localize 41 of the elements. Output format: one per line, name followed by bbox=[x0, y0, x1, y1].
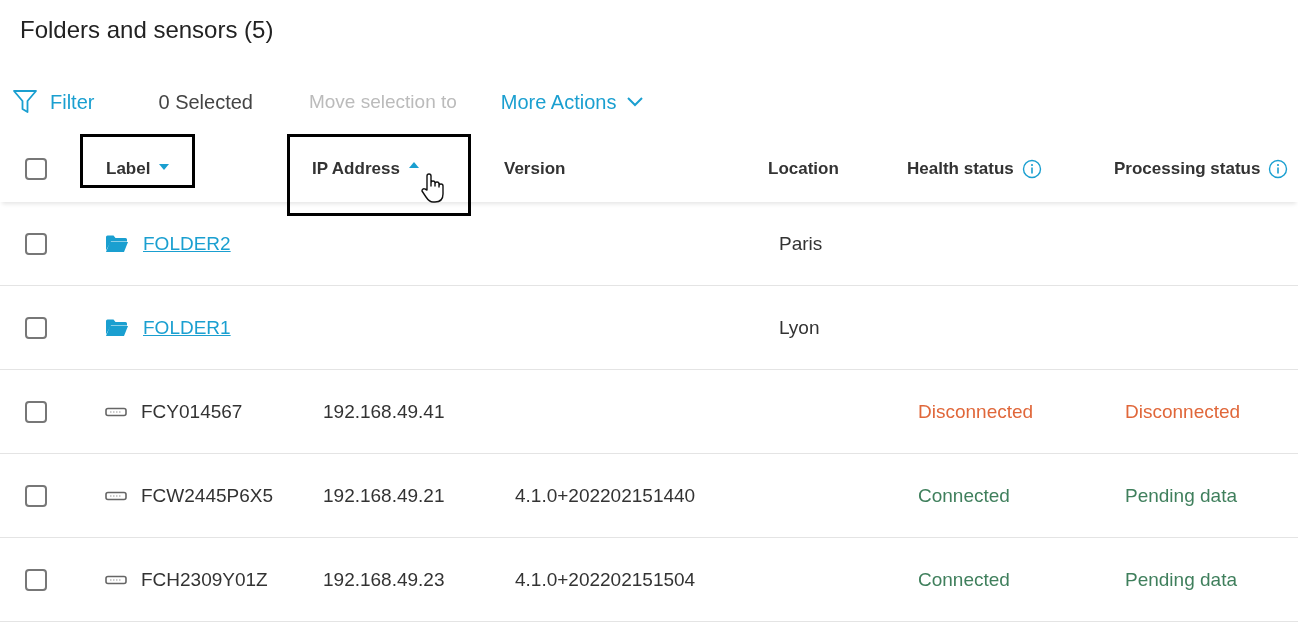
location-text: Paris bbox=[779, 232, 823, 254]
status-text: Pending data bbox=[1125, 484, 1237, 506]
status-text: Connected bbox=[918, 568, 1010, 590]
selection-count: 0 Selected bbox=[158, 90, 253, 114]
page-title: Folders and sensors (5) bbox=[20, 16, 274, 44]
sensor-label: FCH2309Y01Z bbox=[141, 568, 268, 591]
status-text: Pending data bbox=[1125, 568, 1237, 590]
column-header[interactable]: IP Address bbox=[312, 159, 400, 179]
sensor-label: FCW2445P6X5 bbox=[141, 484, 273, 507]
status-text: Connected bbox=[918, 484, 1010, 506]
status-text: Disconnected bbox=[918, 400, 1034, 422]
row-checkbox[interactable] bbox=[25, 568, 47, 591]
version-text: 4.1.0+202202151440 bbox=[515, 484, 696, 506]
location-text: Lyon bbox=[779, 316, 820, 338]
version-text: 4.1.0+202202151504 bbox=[515, 568, 696, 590]
sensor-device-icon bbox=[105, 490, 127, 501]
ip-address: 192.168.49.41 bbox=[323, 400, 445, 422]
column-header[interactable]: Label bbox=[106, 159, 151, 179]
row-checkbox[interactable] bbox=[25, 232, 47, 255]
sensor-label: FCY014567 bbox=[141, 400, 243, 423]
column-header[interactable]: Health status bbox=[907, 159, 1014, 179]
sensor-device-icon bbox=[105, 406, 127, 417]
chevron-down-icon[interactable] bbox=[626, 96, 645, 108]
filter-icon[interactable] bbox=[12, 88, 38, 116]
sort-up-icon[interactable] bbox=[407, 160, 420, 170]
row-checkbox[interactable] bbox=[25, 316, 47, 339]
status-text: Disconnected bbox=[1125, 400, 1241, 422]
folder-icon bbox=[105, 234, 129, 253]
folder-icon bbox=[105, 318, 129, 337]
column-header[interactable]: Processing status bbox=[1114, 159, 1261, 179]
info-icon[interactable] bbox=[1268, 159, 1289, 179]
ip-address: 192.168.49.23 bbox=[323, 568, 445, 590]
sort-down-icon[interactable] bbox=[158, 162, 171, 172]
select-all-checkbox[interactable] bbox=[25, 158, 47, 180]
row-checkbox[interactable] bbox=[25, 484, 47, 507]
column-header[interactable]: Version bbox=[504, 159, 566, 179]
sensor-device-icon bbox=[105, 574, 127, 585]
column-header[interactable]: Location bbox=[768, 159, 839, 179]
info-icon[interactable] bbox=[1021, 159, 1042, 179]
ip-address: 192.168.49.21 bbox=[323, 484, 445, 506]
row-checkbox[interactable] bbox=[25, 400, 47, 423]
